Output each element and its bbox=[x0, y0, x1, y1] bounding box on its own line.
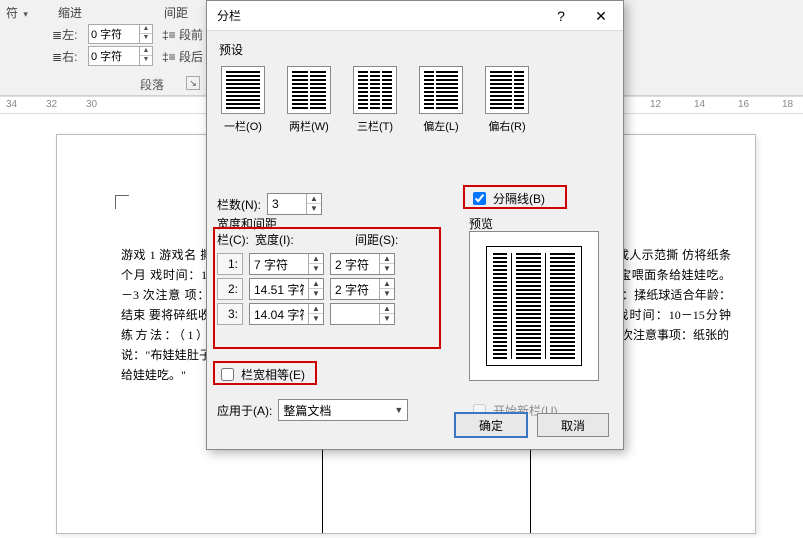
dialog-title: 分栏 bbox=[217, 7, 241, 24]
ruler-tick: 34 bbox=[6, 99, 17, 110]
spacing-after-label: ‡≡ 段后 bbox=[162, 48, 203, 65]
ruler-tick: 18 bbox=[782, 99, 793, 110]
spacing-label: 间距 bbox=[164, 4, 188, 21]
paragraph-dialog-launcher[interactable]: ↘ bbox=[186, 76, 200, 90]
indent-right-input[interactable] bbox=[89, 50, 139, 62]
highlight-box bbox=[213, 361, 317, 385]
spin-down-icon[interactable]: ▼ bbox=[140, 56, 152, 65]
columns-dialog: 分栏 ? ✕ 预设 一栏(O) 两栏(W) 三栏(T) 偏左(L) bbox=[206, 0, 624, 450]
highlight-box bbox=[213, 227, 441, 349]
indent-left-spinner[interactable]: ▲▼ bbox=[88, 24, 153, 44]
spin-up-icon[interactable]: ▲ bbox=[140, 47, 152, 56]
highlight-box bbox=[463, 185, 567, 209]
chevron-down-icon: ▼ bbox=[394, 405, 403, 415]
num-columns-spinner[interactable]: ▲▼ bbox=[267, 193, 322, 215]
dialog-help-button[interactable]: ? bbox=[541, 2, 581, 30]
indent-left-label: ≣左: bbox=[52, 26, 77, 43]
cancel-button[interactable]: 取消 bbox=[537, 413, 609, 437]
apply-to-label: 应用于(A): bbox=[217, 402, 272, 419]
ruler-tick: 32 bbox=[46, 99, 57, 110]
dialog-close-button[interactable]: ✕ bbox=[581, 2, 621, 30]
ok-button[interactable]: 确定 bbox=[455, 413, 527, 437]
indent-right-label: ≣右: bbox=[52, 48, 77, 65]
apply-to-select[interactable]: 整篇文档 ▼ bbox=[278, 399, 408, 421]
ruler-tick: 14 bbox=[694, 99, 705, 110]
margin-corner-icon bbox=[115, 195, 129, 209]
preset-two-columns[interactable]: 两栏(W) bbox=[287, 66, 331, 134]
preset-three-columns[interactable]: 三栏(T) bbox=[353, 66, 397, 134]
ruler-tick: 12 bbox=[650, 99, 661, 110]
ribbon-char-dd[interactable]: 符 ▾ bbox=[6, 4, 28, 21]
indent-right-spinner[interactable]: ▲▼ bbox=[88, 46, 153, 66]
indent-label: 缩进 bbox=[58, 4, 82, 21]
presets-label: 预设 bbox=[219, 41, 611, 58]
preset-right[interactable]: 偏右(R) bbox=[485, 66, 529, 134]
spin-down-icon[interactable]: ▼ bbox=[140, 34, 152, 43]
spin-up-icon[interactable]: ▲ bbox=[140, 25, 152, 34]
spacing-before-label: ‡≡ 段前 bbox=[162, 26, 203, 43]
ruler-tick: 30 bbox=[86, 99, 97, 110]
preset-one-column[interactable]: 一栏(O) bbox=[221, 66, 265, 134]
presets-row: 一栏(O) 两栏(W) 三栏(T) 偏左(L) 偏右(R) bbox=[219, 62, 611, 142]
preview-label: 预览 bbox=[469, 215, 493, 232]
spin-down-icon[interactable]: ▼ bbox=[307, 204, 321, 214]
preset-left[interactable]: 偏左(L) bbox=[419, 66, 463, 134]
apply-to-value: 整篇文档 bbox=[283, 402, 331, 419]
width-spacing-grid: 栏(C): 宽度(I): 间距(S): 1: ▲▼ ▲▼ 2: ▲▼ ▲▼ 3:… bbox=[217, 229, 447, 328]
num-columns-input[interactable] bbox=[268, 194, 306, 214]
columns-preview bbox=[469, 231, 599, 381]
spin-up-icon[interactable]: ▲ bbox=[307, 194, 321, 204]
dialog-titlebar[interactable]: 分栏 ? ✕ bbox=[207, 1, 623, 31]
ruler-tick: 16 bbox=[738, 99, 749, 110]
num-columns-label: 栏数(N): bbox=[217, 196, 261, 213]
indent-left-input[interactable] bbox=[89, 28, 139, 40]
ribbon-group-paragraph: 段落 bbox=[140, 76, 164, 93]
